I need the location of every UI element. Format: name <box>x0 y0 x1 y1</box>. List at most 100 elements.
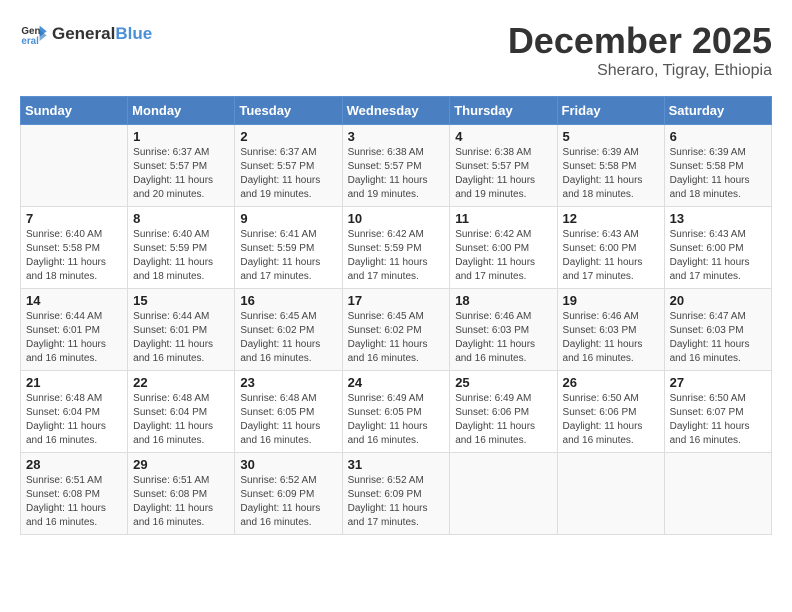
day-number: 7 <box>26 211 122 226</box>
header-day-tuesday: Tuesday <box>235 97 342 125</box>
cell-content: Sunrise: 6:46 AM Sunset: 6:03 PM Dayligh… <box>455 310 551 366</box>
day-number: 16 <box>240 293 336 308</box>
header-day-wednesday: Wednesday <box>342 97 450 125</box>
calendar-cell: 2 Sunrise: 6:37 AM Sunset: 5:57 PM Daylig… <box>235 125 342 207</box>
day-number: 5 <box>563 129 659 144</box>
calendar-cell: 5 Sunrise: 6:39 AM Sunset: 5:58 PM Daylig… <box>557 125 664 207</box>
day-number: 9 <box>240 211 336 226</box>
header-day-friday: Friday <box>557 97 664 125</box>
cell-content: Sunrise: 6:45 AM Sunset: 6:02 PM Dayligh… <box>348 310 445 366</box>
logo-icon: Gen eral <box>20 20 48 48</box>
cell-content: Sunrise: 6:48 AM Sunset: 6:04 PM Dayligh… <box>133 392 229 448</box>
calendar-cell: 17Sunrise: 6:45 AM Sunset: 6:02 PM Dayli… <box>342 289 450 371</box>
day-number: 12 <box>563 211 659 226</box>
cell-content: Sunrise: 6:40 AM Sunset: 5:59 PM Dayligh… <box>133 228 229 284</box>
title-area: December 2025 Sheraro, Tigray, Ethiopia <box>508 20 772 80</box>
week-row-3: 21 Sunrise: 6:48 AM Sunset: 6:04 PM Dayli… <box>21 371 772 453</box>
calendar-cell: 11 Sunrise: 6:42 AM Sunset: 6:00 PM Dayli… <box>450 207 557 289</box>
calendar-cell: 26Sunrise: 6:50 AM Sunset: 6:06 PM Dayli… <box>557 371 664 453</box>
calendar-cell: 9Sunrise: 6:41 AM Sunset: 5:59 PM Daylig… <box>235 207 342 289</box>
calendar-header: SundayMondayTuesdayWednesdayThursdayFrid… <box>21 97 772 125</box>
day-number: 13 <box>670 211 766 226</box>
day-number: 20 <box>670 293 766 308</box>
calendar-body: 1Sunrise: 6:37 AM Sunset: 5:57 PM Daylig… <box>21 125 772 535</box>
cell-content: Sunrise: 6:42 AM Sunset: 6:00 PM Dayligh… <box>455 228 551 284</box>
calendar-cell: 25Sunrise: 6:49 AM Sunset: 6:06 PM Dayli… <box>450 371 557 453</box>
cell-content: Sunrise: 6:48 AM Sunset: 6:05 PM Dayligh… <box>240 392 336 448</box>
day-number: 8 <box>133 211 229 226</box>
page-header: Gen eral GeneralBlue December 2025 Shera… <box>20 20 772 80</box>
week-row-0: 1Sunrise: 6:37 AM Sunset: 5:57 PM Daylig… <box>21 125 772 207</box>
day-number: 11 <box>455 211 551 226</box>
day-number: 2 <box>240 129 336 144</box>
day-number: 25 <box>455 375 551 390</box>
cell-content: Sunrise: 6:50 AM Sunset: 6:06 PM Dayligh… <box>563 392 659 448</box>
calendar-cell: 3Sunrise: 6:38 AM Sunset: 5:57 PM Daylig… <box>342 125 450 207</box>
day-number: 4 <box>455 129 551 144</box>
calendar-cell: 23 Sunrise: 6:48 AM Sunset: 6:05 PM Dayli… <box>235 371 342 453</box>
header-day-sunday: Sunday <box>21 97 128 125</box>
cell-content: Sunrise: 6:38 AM Sunset: 5:57 PM Dayligh… <box>455 146 551 202</box>
calendar-cell: 4 Sunrise: 6:38 AM Sunset: 5:57 PM Daylig… <box>450 125 557 207</box>
cell-content: Sunrise: 6:52 AM Sunset: 6:09 PM Dayligh… <box>348 474 445 530</box>
calendar-cell: 7Sunrise: 6:40 AM Sunset: 5:58 PM Daylig… <box>21 207 128 289</box>
week-row-2: 14 Sunrise: 6:44 AM Sunset: 6:01 PM Dayli… <box>21 289 772 371</box>
header-day-monday: Monday <box>128 97 235 125</box>
week-row-4: 28 Sunrise: 6:51 AM Sunset: 6:08 PM Dayli… <box>21 453 772 535</box>
calendar-cell <box>557 453 664 535</box>
calendar-cell <box>664 453 771 535</box>
calendar-cell: 16Sunrise: 6:45 AM Sunset: 6:02 PM Dayli… <box>235 289 342 371</box>
day-number: 30 <box>240 457 336 472</box>
cell-content: Sunrise: 6:39 AM Sunset: 5:58 PM Dayligh… <box>563 146 659 202</box>
day-number: 10 <box>348 211 445 226</box>
cell-content: Sunrise: 6:44 AM Sunset: 6:01 PM Dayligh… <box>26 310 122 366</box>
header-row: SundayMondayTuesdayWednesdayThursdayFrid… <box>21 97 772 125</box>
cell-content: Sunrise: 6:42 AM Sunset: 5:59 PM Dayligh… <box>348 228 445 284</box>
logo: Gen eral GeneralBlue <box>20 20 152 48</box>
calendar-cell: 13 Sunrise: 6:43 AM Sunset: 6:00 PM Dayli… <box>664 207 771 289</box>
cell-content: Sunrise: 6:43 AM Sunset: 6:00 PM Dayligh… <box>670 228 766 284</box>
calendar-cell: 18 Sunrise: 6:46 AM Sunset: 6:03 PM Dayli… <box>450 289 557 371</box>
cell-content: Sunrise: 6:37 AM Sunset: 5:57 PM Dayligh… <box>240 146 336 202</box>
day-number: 18 <box>455 293 551 308</box>
day-number: 27 <box>670 375 766 390</box>
day-number: 23 <box>240 375 336 390</box>
day-number: 14 <box>26 293 122 308</box>
calendar-cell: 12 Sunrise: 6:43 AM Sunset: 6:00 PM Dayli… <box>557 207 664 289</box>
day-number: 24 <box>348 375 445 390</box>
calendar-cell: 14 Sunrise: 6:44 AM Sunset: 6:01 PM Dayli… <box>21 289 128 371</box>
logo-blue-text: Blue <box>115 24 152 43</box>
location-title: Sheraro, Tigray, Ethiopia <box>508 62 772 80</box>
calendar-cell <box>450 453 557 535</box>
day-number: 19 <box>563 293 659 308</box>
cell-content: Sunrise: 6:43 AM Sunset: 6:00 PM Dayligh… <box>563 228 659 284</box>
calendar-cell: 10 Sunrise: 6:42 AM Sunset: 5:59 PM Dayli… <box>342 207 450 289</box>
calendar-cell: 22 Sunrise: 6:48 AM Sunset: 6:04 PM Dayli… <box>128 371 235 453</box>
calendar-cell: 21Sunrise: 6:48 AM Sunset: 6:04 PM Dayli… <box>21 371 128 453</box>
calendar-cell <box>21 125 128 207</box>
day-number: 21 <box>26 375 122 390</box>
cell-content: Sunrise: 6:39 AM Sunset: 5:58 PM Dayligh… <box>670 146 766 202</box>
day-number: 15 <box>133 293 229 308</box>
cell-content: Sunrise: 6:49 AM Sunset: 6:05 PM Dayligh… <box>348 392 445 448</box>
day-number: 28 <box>26 457 122 472</box>
calendar-cell: 8 Sunrise: 6:40 AM Sunset: 5:59 PM Daylig… <box>128 207 235 289</box>
calendar-cell: 20 Sunrise: 6:47 AM Sunset: 6:03 PM Dayli… <box>664 289 771 371</box>
cell-content: Sunrise: 6:50 AM Sunset: 6:07 PM Dayligh… <box>670 392 766 448</box>
cell-content: Sunrise: 6:47 AM Sunset: 6:03 PM Dayligh… <box>670 310 766 366</box>
cell-content: Sunrise: 6:37 AM Sunset: 5:57 PM Dayligh… <box>133 146 229 202</box>
svg-text:eral: eral <box>21 36 39 47</box>
week-row-1: 7Sunrise: 6:40 AM Sunset: 5:58 PM Daylig… <box>21 207 772 289</box>
calendar-cell: 1Sunrise: 6:37 AM Sunset: 5:57 PM Daylig… <box>128 125 235 207</box>
calendar-cell: 30 Sunrise: 6:52 AM Sunset: 6:09 PM Dayli… <box>235 453 342 535</box>
calendar-cell: 15Sunrise: 6:44 AM Sunset: 6:01 PM Dayli… <box>128 289 235 371</box>
logo-general-text: General <box>52 24 115 43</box>
day-number: 29 <box>133 457 229 472</box>
day-number: 6 <box>670 129 766 144</box>
day-number: 22 <box>133 375 229 390</box>
month-title: December 2025 <box>508 20 772 62</box>
cell-content: Sunrise: 6:52 AM Sunset: 6:09 PM Dayligh… <box>240 474 336 530</box>
header-day-thursday: Thursday <box>450 97 557 125</box>
cell-content: Sunrise: 6:46 AM Sunset: 6:03 PM Dayligh… <box>563 310 659 366</box>
cell-content: Sunrise: 6:51 AM Sunset: 6:08 PM Dayligh… <box>133 474 229 530</box>
